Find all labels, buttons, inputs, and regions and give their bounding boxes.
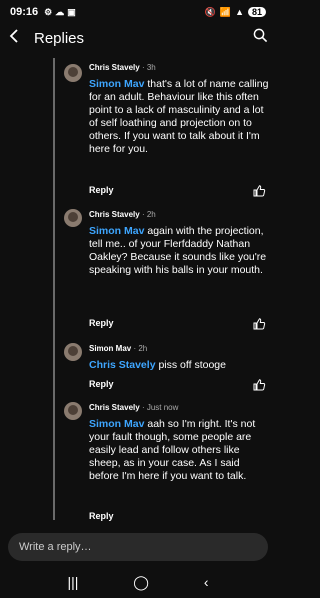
comment-author[interactable]: Chris Stavely: [89, 403, 140, 412]
comment-time: 2h: [146, 210, 156, 219]
page-title: Replies: [34, 29, 85, 47]
comment-meta: Chris Stavely · 2h: [89, 210, 156, 219]
thumbs-up-icon[interactable]: [252, 317, 266, 331]
signal-icon: ▲: [235, 7, 244, 17]
comment-meta: Simon Mav · 2h: [89, 344, 148, 353]
comment-time: 3h: [146, 63, 156, 72]
cloud-icon: ☁: [55, 6, 65, 17]
back-nav-icon[interactable]: ‹: [204, 574, 209, 590]
comment-body: Chris Stavely piss off stooge: [89, 359, 271, 372]
recents-icon[interactable]: |||: [67, 574, 78, 590]
comment-meta: Chris Stavely · Just now: [89, 403, 179, 412]
search-icon[interactable]: [253, 28, 268, 48]
comment-body: Simon Mav that's a lot of name calling f…: [89, 78, 271, 156]
avatar[interactable]: [64, 343, 82, 361]
reply-button[interactable]: Reply: [89, 379, 114, 389]
screenshot-icon: ▣: [67, 6, 76, 17]
status-time: 09:16: [10, 6, 39, 18]
thread-line: [53, 58, 55, 520]
avatar[interactable]: [64, 402, 82, 420]
back-arrow-icon[interactable]: [8, 28, 20, 48]
wifi-icon: 📶: [219, 6, 232, 17]
mention-link[interactable]: Simon Mav: [89, 418, 144, 430]
mention-link[interactable]: Simon Mav: [89, 225, 144, 237]
comment-body: Simon Mav again with the projection, tel…: [89, 225, 271, 277]
mute-icon: 🔇: [204, 6, 216, 17]
comment-body: Simon Mav aah so I'm right. It's not you…: [89, 418, 271, 483]
comment-author[interactable]: Chris Stavely: [89, 63, 140, 72]
reply-button[interactable]: Reply: [89, 318, 114, 328]
comment-time: 2h: [138, 344, 148, 353]
avatar[interactable]: [64, 209, 82, 227]
status-bar: 09:16 ⚙ ☁ ▣ 🔇 📶 ▲ 81: [0, 0, 276, 24]
home-icon[interactable]: ◯: [133, 574, 149, 591]
reply-input[interactable]: Write a reply…: [8, 533, 268, 561]
thumbs-up-icon[interactable]: [252, 184, 266, 198]
thumbs-up-icon[interactable]: [252, 378, 266, 392]
notification-icons: ⚙ ☁ ▣: [44, 7, 76, 18]
comment-time: Just now: [146, 403, 179, 412]
settings-icon: ⚙: [44, 6, 53, 17]
header: Replies: [0, 24, 276, 52]
battery-icon: 81: [247, 7, 266, 17]
avatar[interactable]: [64, 64, 82, 82]
reply-button[interactable]: Reply: [89, 185, 114, 195]
comment-author[interactable]: Chris Stavely: [89, 210, 140, 219]
system-icons: 🔇 📶 ▲ 81: [205, 7, 266, 18]
reply-placeholder: Write a reply…: [19, 541, 92, 553]
system-nav-bar: ||| ◯ ‹: [0, 566, 276, 598]
comment-author[interactable]: Simon Mav: [89, 344, 131, 353]
comment-meta: Chris Stavely · 3h: [89, 63, 156, 72]
comment-text: piss off stooge: [155, 359, 226, 371]
reply-button[interactable]: Reply: [89, 511, 114, 521]
mention-link[interactable]: Simon Mav: [89, 78, 144, 90]
mention-link[interactable]: Chris Stavely: [89, 359, 156, 371]
